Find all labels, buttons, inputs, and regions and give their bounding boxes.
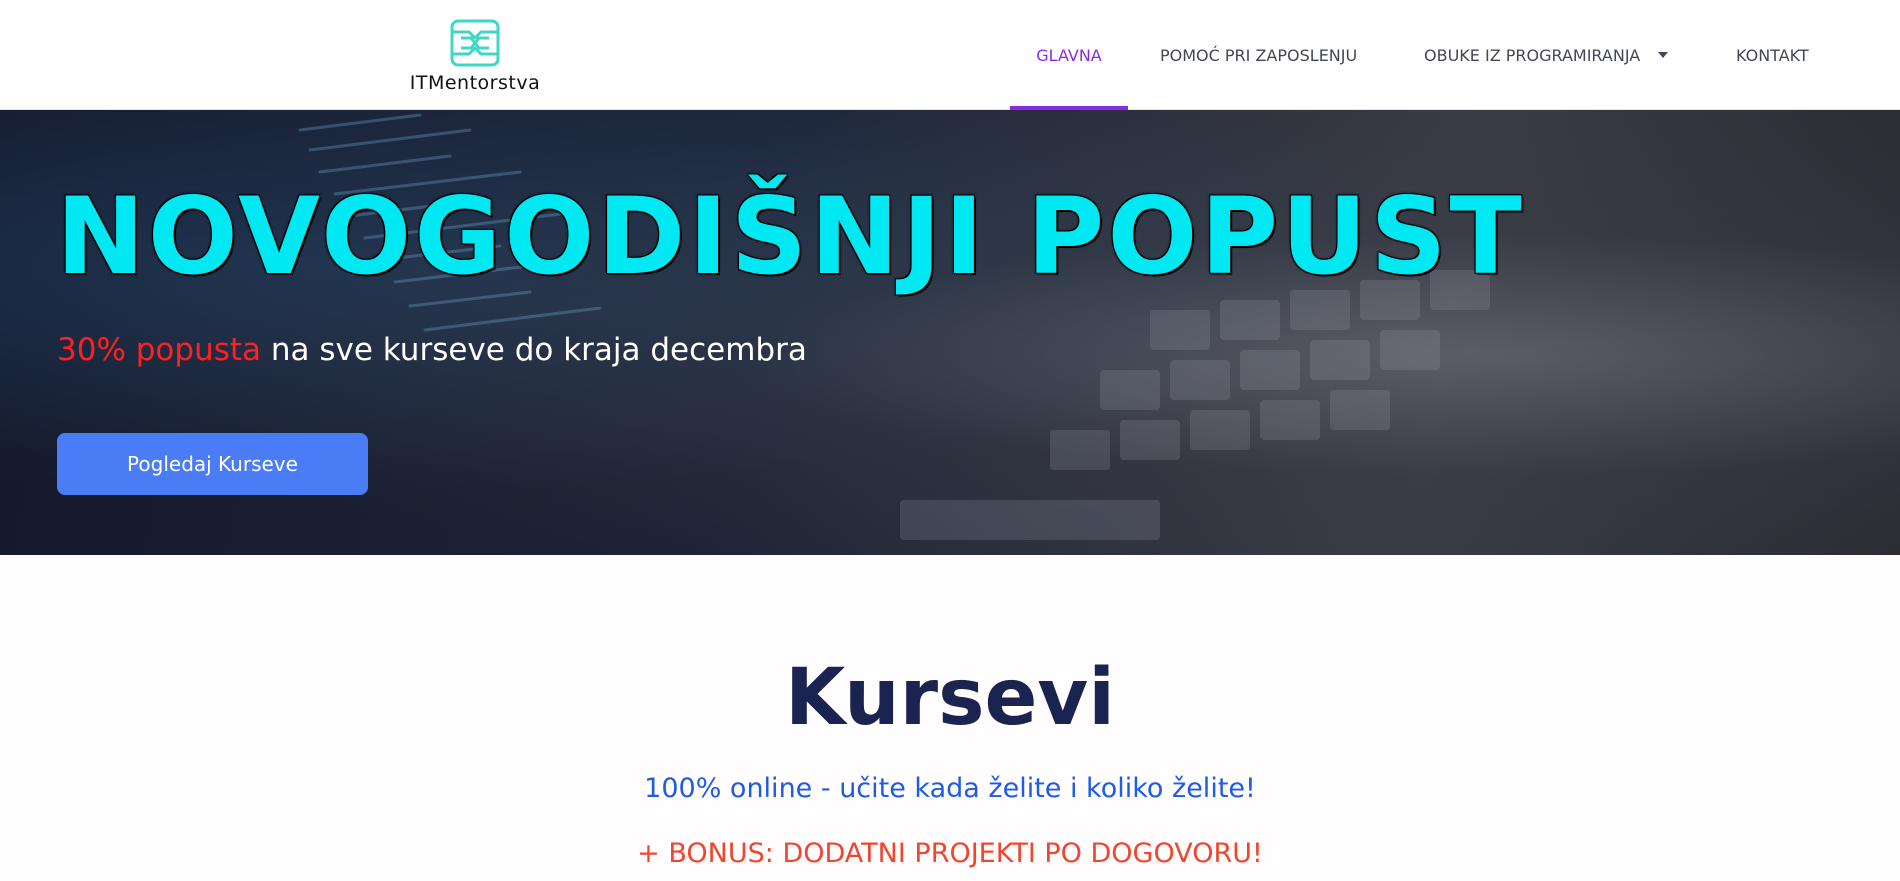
nav-item-kontakt[interactable]: KONTAKT — [1736, 0, 1809, 110]
site-header: ITMentorstva GLAVNA POMOĆ PRI ZAPOSLENJU… — [0, 0, 1900, 110]
nav-item-obuke-iz-programiranja[interactable]: OBUKE IZ PROGRAMIRANJA — [1424, 0, 1669, 110]
logo-text: ITMentorstva — [409, 72, 541, 94]
nav-item-glavna[interactable]: GLAVNA — [1010, 0, 1128, 110]
nav-label: GLAVNA — [1036, 45, 1102, 65]
discount-highlight: 30% popusta — [57, 332, 262, 368]
nav-label: KONTAKT — [1736, 45, 1809, 65]
nav-item-pomoc-pri-zaposlenju[interactable]: POMOĆ PRI ZAPOSLENJU — [1160, 0, 1357, 110]
hero-subtitle-text: na sve kurseve do kraja decembra — [261, 332, 807, 368]
chevron-down-icon[interactable] — [1658, 52, 1669, 58]
hero-banner: NOVOGODIŠNJI POPUST 30% popusta na sve k… — [0, 110, 1900, 555]
nav-label: POMOĆ PRI ZAPOSLENJU — [1160, 45, 1358, 65]
view-courses-button[interactable]: Pogledaj Kurseve — [57, 433, 368, 495]
hero-subtitle: 30% popusta na sve kurseve do kraja dece… — [57, 332, 807, 368]
section-title: Kursevi — [785, 653, 1115, 743]
hero-title: NOVOGODIŠNJI POPUST — [56, 175, 1525, 298]
nav-label: OBUKE IZ PROGRAMIRANJA — [1424, 45, 1641, 65]
site-logo[interactable]: ITMentorstva — [400, 18, 550, 98]
section-subtitle: 100% online - učite kada želite i koliko… — [644, 773, 1256, 804]
courses-section: Kursevi 100% online - učite kada želite … — [0, 555, 1900, 881]
bonus-text: + BONUS: DODATNI PROJEKTI PO DOGOVORU! — [637, 838, 1263, 869]
itm-logo-icon — [450, 19, 500, 67]
